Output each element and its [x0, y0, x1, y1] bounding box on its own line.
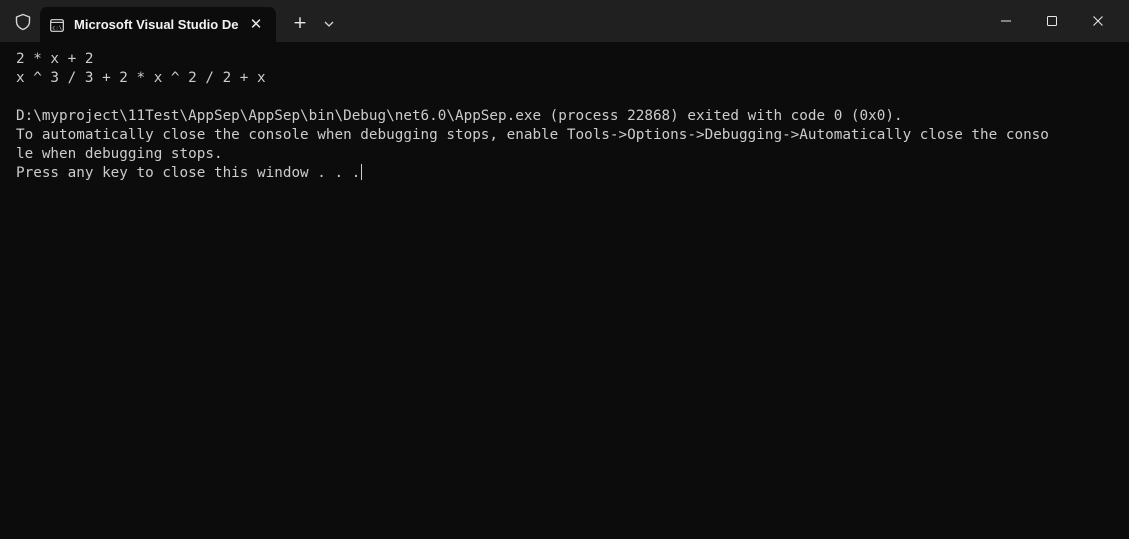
chevron-down-icon[interactable]	[322, 16, 336, 30]
tab-debug-console[interactable]: c:\ Microsoft Visual Studio Debug Consol…	[40, 7, 276, 42]
close-icon	[1093, 16, 1103, 26]
svg-text:c:\: c:\	[52, 26, 62, 32]
console-line: le when debugging stops.	[16, 146, 223, 162]
console-window: c:\ Microsoft Visual Studio Debug Consol…	[0, 0, 1129, 539]
console-line: D:\myproject\11Test\AppSep\AppSep\bin\De…	[16, 108, 903, 124]
console-line: 2 * x + 2	[16, 51, 94, 67]
minimize-icon	[1001, 20, 1011, 22]
terminal-icon: c:\	[50, 17, 64, 32]
console-prompt-text: Press any key to close this window . . .	[16, 165, 361, 181]
title-bar[interactable]: c:\ Microsoft Visual Studio Debug Consol…	[0, 0, 1129, 42]
tab-title: Microsoft Visual Studio Debug Console	[74, 17, 239, 32]
close-button[interactable]	[1075, 0, 1121, 42]
maximize-icon	[1047, 16, 1057, 26]
maximize-button[interactable]	[1029, 0, 1075, 42]
console-line: To automatically close the console when …	[16, 127, 1049, 143]
new-tab-button[interactable]: +	[290, 13, 310, 33]
shield-icon	[14, 13, 32, 31]
text-cursor	[361, 164, 363, 180]
console-line-prompt: Press any key to close this window . . .	[16, 164, 1116, 183]
minimize-button[interactable]	[983, 0, 1029, 42]
console-output[interactable]: 2 * x + 2 x ^ 3 / 3 + 2 * x ^ 2 / 2 + x …	[16, 50, 1116, 183]
console-line: x ^ 3 / 3 + 2 * x ^ 2 / 2 + x	[16, 70, 266, 86]
tab-close-button[interactable]: ✕	[247, 15, 265, 33]
